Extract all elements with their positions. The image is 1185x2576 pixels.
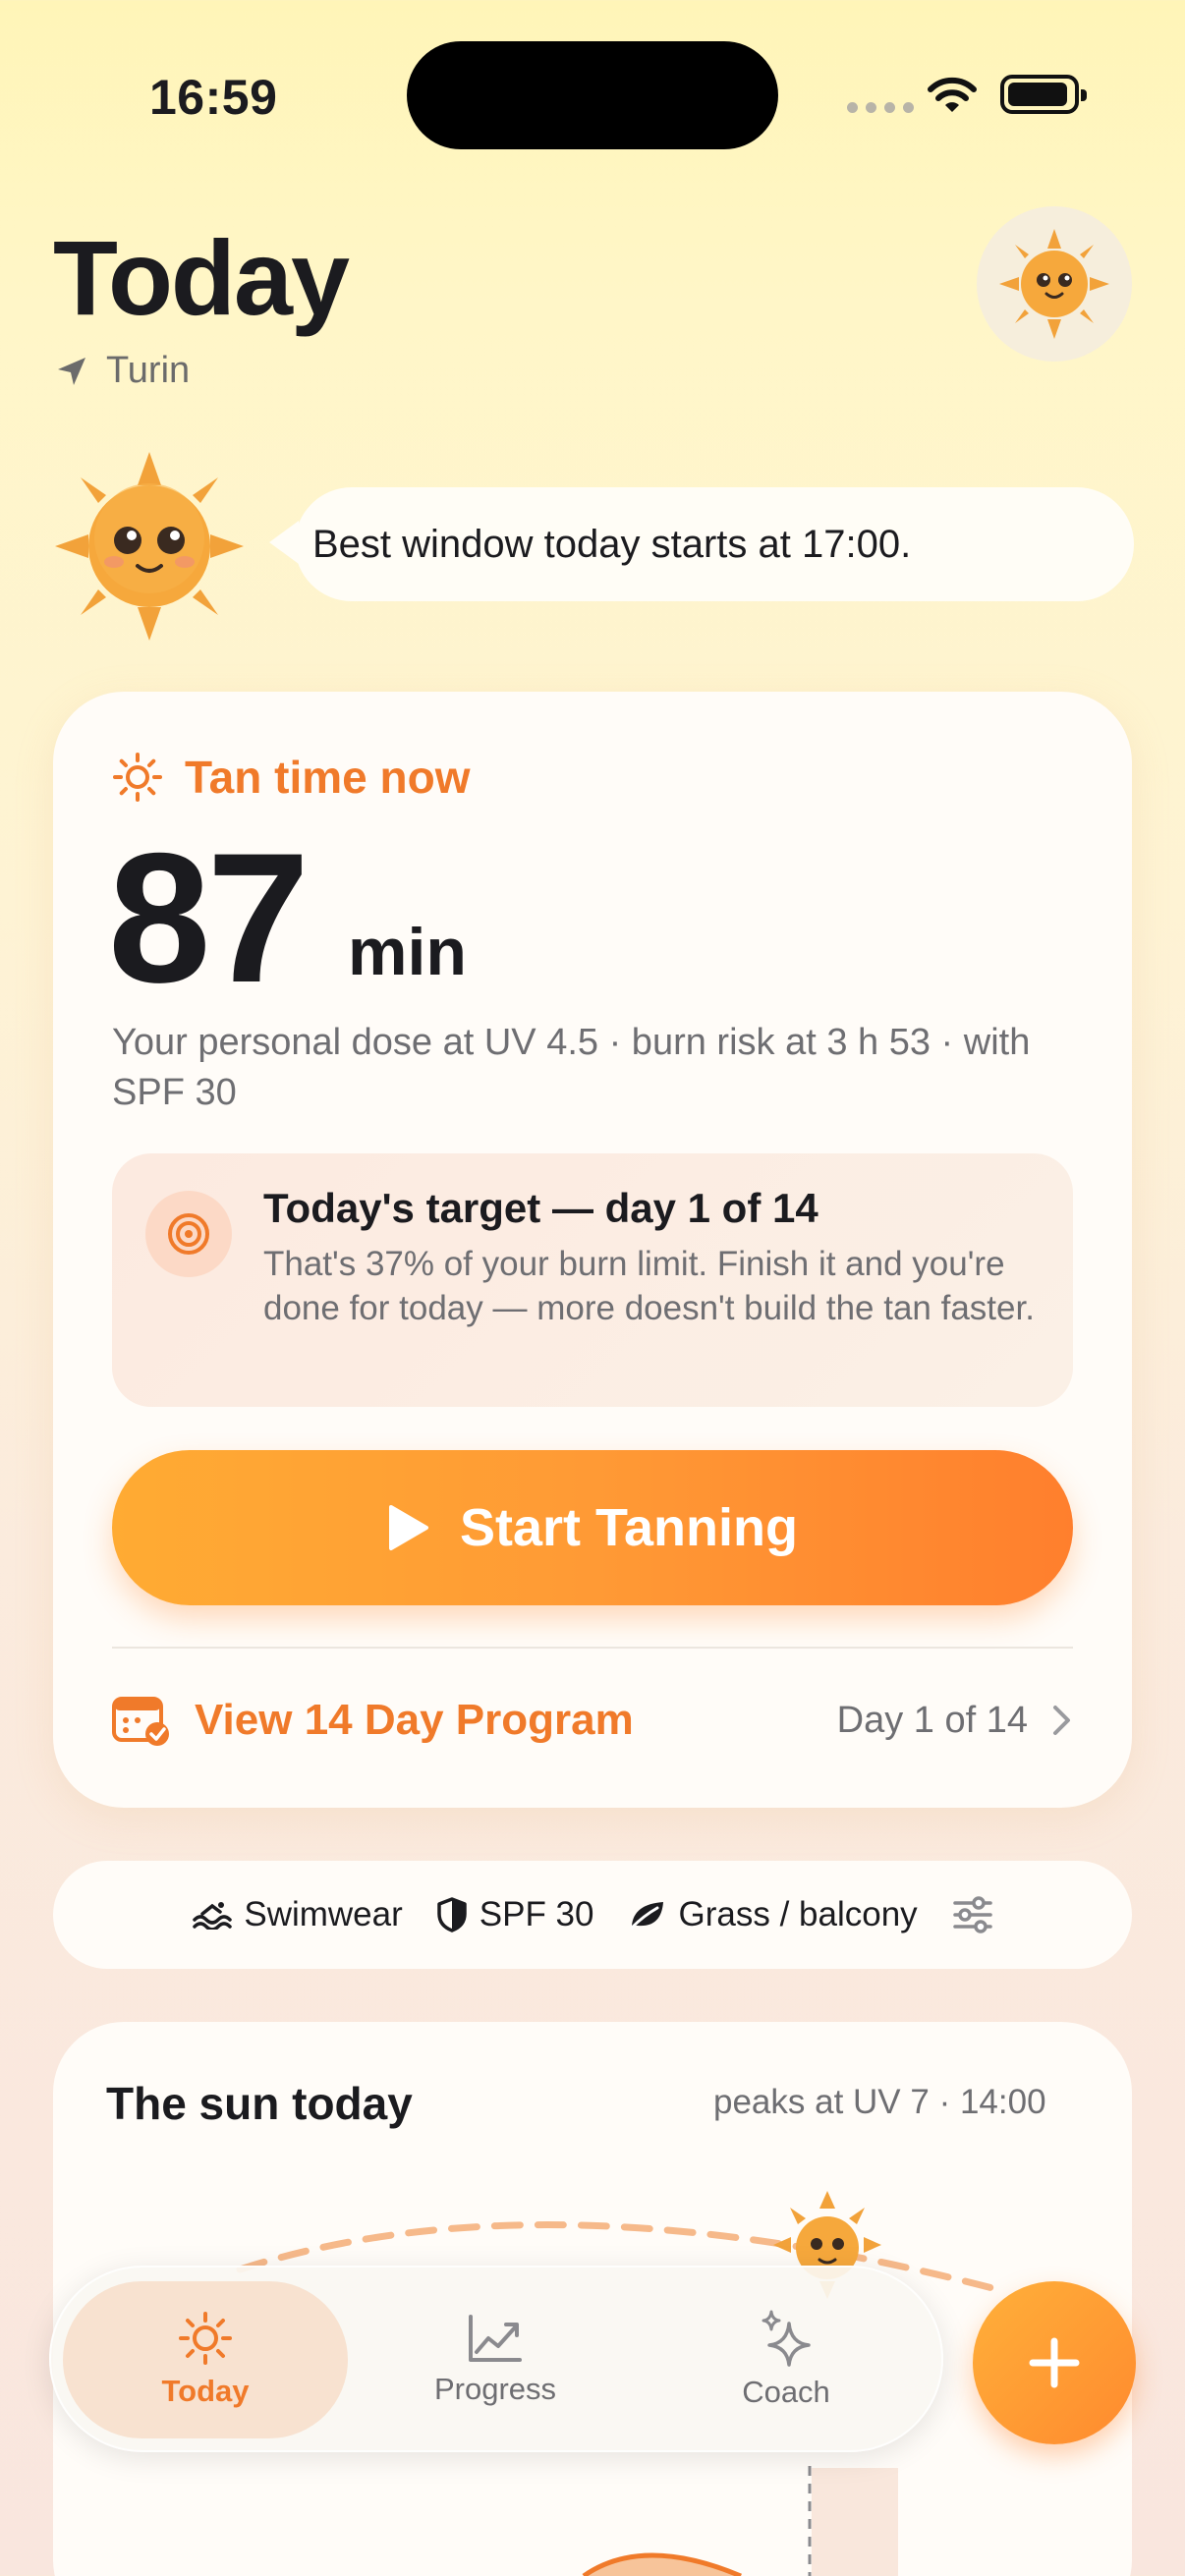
calendar-check-icon (112, 1697, 169, 1746)
profile-avatar[interactable] (977, 206, 1132, 362)
sliders-icon[interactable] (951, 1896, 994, 1933)
window-band (812, 2468, 898, 2576)
chart-icon (469, 2315, 522, 2362)
battery-icon (1000, 75, 1087, 114)
shield-icon (437, 1897, 467, 1932)
sun-icon (179, 2312, 232, 2365)
tab-progress[interactable]: Progress (377, 2281, 613, 2438)
sun-peak-label: peaks at UV 7 · 14:00 (713, 2083, 1046, 2121)
leaf-icon (630, 1902, 663, 1930)
tab-progress-label: Progress (433, 2372, 557, 2406)
sun-mascot-icon (999, 229, 1109, 339)
location-label: Turin (106, 350, 191, 391)
program-day-label: Day 1 of 14 (836, 1699, 1028, 1741)
sun-today-title: The sun today (106, 2078, 413, 2129)
surface-label: Grass / balcony (678, 1895, 918, 1933)
clothing-label: Swimwear (244, 1895, 403, 1933)
tan-time-label: Tan time now (185, 752, 471, 803)
uv-curve (582, 2552, 742, 2576)
tan-time-header: Tan time now (112, 751, 471, 804)
tan-time-unit: min (348, 915, 467, 989)
surface-pref[interactable]: Grass / balcony (628, 1895, 918, 1934)
clothing-pref[interactable]: Swimwear (191, 1895, 403, 1934)
start-tanning-button[interactable]: Start Tanning (112, 1450, 1073, 1605)
status-time: 16:59 (149, 70, 278, 125)
location-arrow-icon (58, 357, 85, 385)
tab-coach[interactable]: Coach (668, 2281, 904, 2438)
tab-coach-label: Coach (742, 2375, 830, 2409)
view-program-row[interactable]: View 14 Day Program Day 1 of 14 (112, 1686, 1073, 1755)
tab-today-label: Today (161, 2374, 250, 2408)
conditions-bar[interactable]: Swimwear SPF 30 Grass / balcony (53, 1861, 1132, 1969)
dose-description: Your personal dose at UV 4.5 · burn risk… (112, 1022, 1031, 1113)
dynamic-island (407, 41, 778, 149)
wifi-icon (928, 77, 977, 112)
sparkle-icon (762, 2310, 811, 2367)
sun-icon (113, 753, 162, 802)
page-title: Today (53, 218, 350, 337)
view-program-label: View 14 Day Program (195, 1696, 634, 1744)
start-tanning-label: Start Tanning (460, 1498, 798, 1557)
cellular-signal-icon (847, 102, 914, 113)
target-title: Today's target — day 1 of 14 (263, 1185, 818, 1231)
spf-label: SPF 30 (479, 1895, 594, 1933)
swimwear-icon (193, 1902, 233, 1930)
card-divider (112, 1647, 1073, 1649)
target-description: That's 37% of your burn limit. Finish it… (263, 1245, 1035, 1327)
sun-mascot-icon (55, 452, 244, 641)
play-icon (389, 1505, 428, 1550)
add-button[interactable] (973, 2281, 1136, 2444)
chevron-right-icon (1053, 1706, 1070, 1735)
mascot-speech-bubble: Best window today starts at 17:00. (295, 487, 1134, 601)
location[interactable]: Turin (55, 350, 190, 392)
tab-today[interactable]: Today (63, 2281, 348, 2438)
target-icon (145, 1191, 232, 1277)
spf-pref[interactable]: SPF 30 (436, 1895, 594, 1934)
tan-time-value: 87 (108, 814, 310, 1021)
plus-icon (1029, 2337, 1080, 2388)
